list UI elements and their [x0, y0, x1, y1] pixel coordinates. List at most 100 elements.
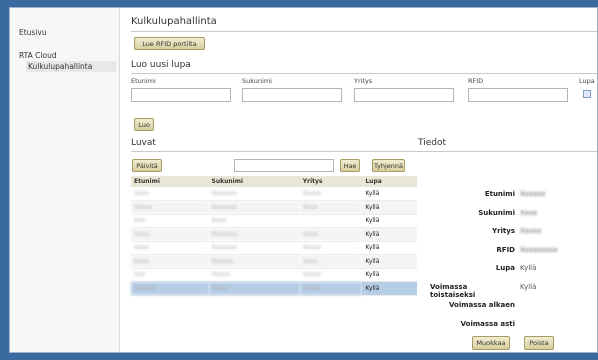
create-button[interactable]: Luo: [134, 118, 154, 131]
search-button[interactable]: Hae: [340, 159, 360, 172]
detail-label: Yritys: [492, 227, 515, 235]
app-window: Etusivu RTA Cloud Kulkulupahallinta Kulk…: [9, 7, 598, 353]
table-cell: Xxxxxxx: [208, 200, 300, 215]
table-cell: Xxxx: [299, 200, 363, 215]
table-cell: Xxxx: [299, 227, 363, 242]
table-cell: Kyllä: [362, 268, 417, 282]
sidebar-item-home[interactable]: Etusivu: [19, 28, 47, 37]
detail-value: Xxxxxxxxx: [520, 245, 558, 254]
table-cell: Xxxxx: [299, 241, 363, 255]
table-cell: Xxxxxx: [208, 254, 300, 269]
detail-label: Voimassa toistaiseksi: [430, 282, 476, 299]
table-cell: Kyllä: [362, 241, 417, 255]
table-cell: Xxxxxxx: [208, 187, 300, 201]
table-cell: Xxxxxx: [131, 281, 209, 296]
detail-label: Voimassa alkaen: [449, 301, 515, 309]
table-cell: [299, 214, 363, 228]
table-cell: Xxx: [131, 214, 209, 228]
table-cell: Xxxx: [131, 187, 209, 201]
permits-divider: [131, 151, 597, 152]
detail-row: RFID Xxxxxxxxx: [430, 246, 598, 265]
table-row[interactable]: Xxxx Xxxxxx Xxxx Kyllä: [131, 254, 417, 269]
table-row[interactable]: Xxxxxx Xxxxx Xxxxx Kyllä: [131, 281, 417, 296]
sidebar-item-kulkulupahallinta[interactable]: Kulkulupahallinta: [26, 61, 116, 72]
refresh-button[interactable]: Päivitä: [132, 159, 162, 172]
new-permit-divider: [131, 73, 597, 74]
rfid-input[interactable]: [468, 88, 568, 102]
permits-title: Luvat: [131, 138, 156, 148]
permit-checkbox[interactable]: [583, 90, 591, 98]
detail-row: Voimassa alkaen: [430, 301, 598, 320]
detail-row: Lupa Kyllä: [430, 264, 598, 283]
table-cell: Xxxxx: [299, 268, 363, 282]
table-cell: Xxxx: [131, 254, 209, 269]
table-cell: Xxxxxxx: [208, 241, 300, 255]
title-divider: [131, 31, 597, 32]
last-name-label: Sukunimi: [242, 77, 272, 85]
table-cell: Kyllä: [362, 227, 417, 242]
detail-value: Kyllä: [520, 282, 537, 291]
permits-table: Etunimi Sukunimi Yritys Lupa Xxxx Xxxxxxx…: [131, 176, 417, 296]
table-cell: Xxxxx: [208, 281, 300, 296]
page-title: Kulkulupahallinta: [131, 16, 217, 27]
table-cell: Xxx: [131, 268, 209, 282]
company-input[interactable]: [354, 88, 454, 102]
table-row[interactable]: Xxxx Xxxxxxx Xxxx Kyllä: [131, 227, 417, 242]
detail-label: Lupa: [495, 264, 515, 272]
table-header-row: Etunimi Sukunimi Yritys Lupa: [131, 176, 417, 187]
company-label: Yritys: [354, 77, 373, 85]
detail-label: RFID: [496, 245, 515, 254]
table-row[interactable]: Xxxxx Xxxxxxx Xxxx Kyllä: [131, 200, 417, 215]
sidebar: Etusivu RTA Cloud Kulkulupahallinta: [10, 8, 120, 352]
column-header[interactable]: Sukunimi: [208, 176, 300, 187]
table-row[interactable]: Xxxx Xxxxxxx Xxxxx Kyllä: [131, 241, 417, 255]
new-permit-title: Luo uusi lupa: [131, 60, 191, 70]
table-cell: Xxxx: [299, 254, 363, 269]
table-cell: Kyllä: [362, 200, 417, 215]
detail-row: Sukunimi Xxxx: [430, 209, 598, 228]
detail-value: Xxxxxx: [520, 190, 546, 198]
table-cell: Xxxxx: [299, 281, 363, 296]
table-row[interactable]: Xxx Xxxxx Xxxxx Kyllä: [131, 268, 417, 282]
delete-button[interactable]: Poista: [524, 336, 554, 350]
table-cell: Xxxx: [131, 227, 209, 242]
detail-value: Xxxx: [520, 208, 538, 217]
column-header[interactable]: Etunimi: [131, 176, 209, 187]
detail-value: Kyllä: [520, 264, 537, 272]
table-cell: Xxxxx: [131, 200, 209, 215]
table-cell: Xxxx: [131, 241, 209, 255]
main-content: Kulkulupahallinta Lue RFID portilta Luo …: [120, 8, 597, 352]
sidebar-item-rta-cloud[interactable]: RTA Cloud: [19, 51, 57, 60]
detail-label: Voimassa asti: [460, 319, 515, 328]
table-cell: Kyllä: [362, 281, 417, 296]
edit-button[interactable]: Muokkaa: [472, 336, 510, 350]
read-rfid-button[interactable]: Lue RFID portilta: [134, 37, 205, 50]
table-row[interactable]: Xxx Xxxx Kyllä: [131, 214, 417, 228]
detail-row: Yritys Xxxxx: [430, 227, 598, 246]
table-cell: Xxxxxxx: [208, 227, 300, 242]
detail-label: Sukunimi: [478, 208, 515, 217]
clear-button[interactable]: Tyhjennä: [372, 159, 405, 172]
detail-row: Voimassa toistaiseksi Kyllä: [430, 283, 598, 302]
table-cell: Xxxx: [208, 214, 300, 228]
detail-row: Etunimi Xxxxxx: [430, 190, 598, 209]
search-input[interactable]: [234, 159, 334, 172]
column-header[interactable]: Lupa: [362, 176, 417, 187]
detail-row: Voimassa asti: [430, 320, 598, 339]
column-header[interactable]: Yritys: [299, 176, 363, 187]
last-name-input[interactable]: [242, 88, 342, 102]
details-title: Tiedot: [418, 138, 447, 148]
first-name-input[interactable]: [131, 88, 231, 102]
first-name-label: Etunimi: [131, 77, 156, 85]
details-panel: Etunimi Xxxxxx Sukunimi Xxxx Yritys Xxxxx RFID…: [430, 190, 598, 338]
rfid-label: RFID: [468, 77, 484, 85]
detail-label: Etunimi: [484, 190, 515, 198]
table-cell: Xxxxx: [208, 268, 300, 282]
table-cell: Kyllä: [362, 214, 417, 228]
table-cell: Kyllä: [362, 254, 417, 269]
table-cell: Kyllä: [362, 187, 417, 201]
detail-value: Xxxxx: [520, 227, 542, 235]
table-row[interactable]: Xxxx Xxxxxxx Xxxxx Kyllä: [131, 187, 417, 201]
table-cell: Xxxxx: [299, 187, 363, 201]
permit-label: Lupa: [579, 77, 595, 85]
